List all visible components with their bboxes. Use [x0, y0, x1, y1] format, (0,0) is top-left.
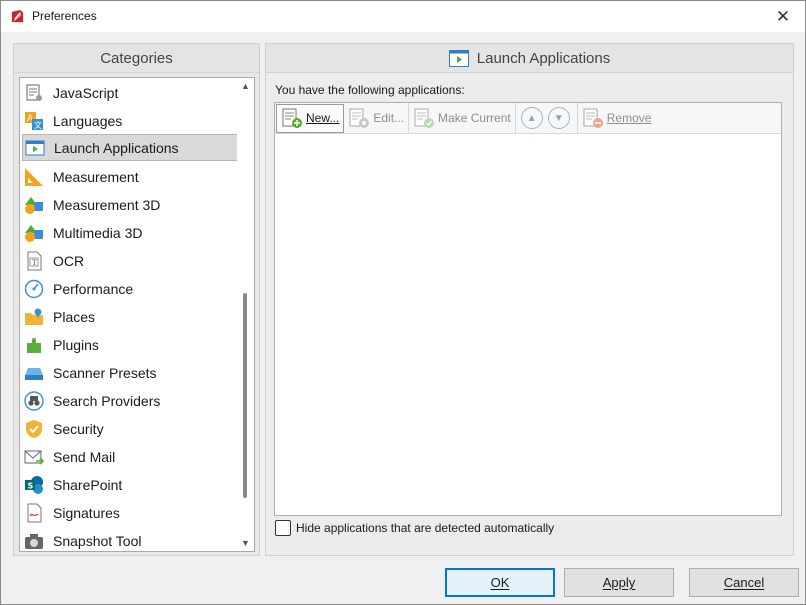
category-launch-applications[interactable]: Launch Applications: [22, 134, 240, 161]
signature-icon: [24, 503, 44, 523]
category-places[interactable]: Places: [22, 303, 240, 330]
script-icon: [24, 83, 44, 103]
make-current-label: Make Current: [438, 111, 511, 125]
ocr-icon: T: [24, 251, 44, 271]
apply-button[interactable]: Apply: [564, 568, 674, 597]
shield-icon: [24, 419, 44, 439]
category-measurement[interactable]: Measurement: [22, 163, 240, 190]
category-snapshot-tool[interactable]: Snapshot Tool: [22, 527, 240, 551]
ok-button[interactable]: OK: [445, 568, 555, 597]
scanner-icon: [24, 363, 44, 383]
chevron-down-icon: ▼: [241, 538, 250, 548]
binoculars-icon: [24, 390, 44, 411]
categories-list[interactable]: JavaScript A文 Languages Launch Applicati…: [19, 77, 255, 552]
category-ocr[interactable]: T OCR: [22, 247, 240, 274]
cancel-button[interactable]: Cancel: [689, 568, 799, 597]
hide-detected-applications-label: Hide applications that are detected auto…: [296, 521, 555, 535]
applications-list[interactable]: New... Edit... Make Current ▲ ▼ Remove: [274, 102, 782, 516]
puzzle-icon: [24, 335, 44, 355]
dialog-footer: OK Apply Cancel: [1, 560, 805, 604]
category-sharepoint[interactable]: S SharePoint: [22, 471, 240, 498]
hide-detected-applications-checkbox[interactable]: [275, 520, 291, 536]
close-window-button[interactable]: ✕: [763, 1, 803, 32]
remove-document-icon: [583, 108, 603, 128]
category-javascript[interactable]: JavaScript: [22, 79, 240, 106]
launch-applications-icon: [25, 138, 45, 158]
make-current-button[interactable]: Make Current: [409, 103, 516, 133]
close-icon: ✕: [775, 6, 791, 26]
scroll-up-button[interactable]: ▲: [237, 78, 254, 94]
category-plugins[interactable]: Plugins: [22, 331, 240, 358]
move-down-button[interactable]: ▼: [547, 107, 570, 129]
applications-toolbar: New... Edit... Make Current ▲ ▼ Remove: [275, 103, 781, 134]
category-security[interactable]: Security: [22, 415, 240, 442]
category-measurement-3d[interactable]: Measurement 3D: [22, 191, 240, 218]
camera-icon: [24, 531, 44, 551]
new-application-button[interactable]: New...: [276, 103, 345, 133]
category-send-mail[interactable]: Send Mail: [22, 443, 240, 470]
scroll-down-button[interactable]: ▼: [237, 535, 254, 551]
sharepoint-icon: S: [24, 475, 44, 495]
multimedia-3d-icon: [24, 223, 44, 243]
edit-application-button[interactable]: Edit...: [344, 103, 410, 133]
category-scanner-presets[interactable]: Scanner Presets: [22, 359, 240, 386]
move-up-button[interactable]: ▲: [520, 107, 543, 129]
launch-applications-icon: [448, 49, 469, 67]
preferences-window: Preferences ✕ Categories JavaScript A文 L…: [0, 0, 806, 605]
chevron-down-icon: ▼: [553, 112, 564, 124]
chevron-up-icon: ▲: [241, 81, 250, 91]
window-title: Preferences: [32, 9, 97, 23]
category-search-providers[interactable]: Search Providers: [22, 387, 240, 414]
shapes-3d-icon: [24, 195, 44, 215]
remove-label: Remove: [606, 111, 652, 125]
launch-applications-panel: Launch Applications You have the followi…: [265, 43, 794, 556]
categories-header: Categories: [14, 44, 259, 73]
category-signatures[interactable]: Signatures: [22, 499, 240, 526]
check-document-icon: [414, 108, 435, 128]
ruler-icon: [24, 167, 44, 187]
svg-text:S: S: [28, 481, 34, 490]
edit-label: Edit...: [373, 111, 405, 125]
folder-pin-icon: [24, 307, 44, 327]
edit-document-icon: [349, 108, 370, 128]
categories-scrollbar[interactable]: ▲ ▼: [237, 78, 254, 551]
applications-description: You have the following applications:: [275, 83, 465, 97]
new-label: New...: [306, 111, 340, 125]
gauge-icon: [24, 279, 44, 299]
scrollbar-thumb[interactable]: [243, 293, 247, 498]
chevron-up-icon: ▲: [526, 112, 537, 124]
category-performance[interactable]: Performance: [22, 275, 240, 302]
hide-detected-applications-option[interactable]: Hide applications that are detected auto…: [275, 520, 554, 536]
move-buttons-group: ▲ ▼: [516, 103, 578, 133]
svg-text:文: 文: [34, 120, 42, 130]
envelope-icon: [24, 447, 44, 467]
categories-panel: Categories JavaScript A文 Languages Launc…: [13, 43, 260, 556]
title-bar: Preferences ✕: [1, 1, 805, 32]
add-document-icon: [282, 108, 302, 128]
panel-title: Launch Applications: [476, 49, 611, 67]
language-icon: A文: [24, 111, 44, 131]
category-languages[interactable]: A文 Languages: [22, 107, 240, 134]
svg-text:T: T: [32, 259, 37, 267]
category-multimedia-3d[interactable]: Multimedia 3D: [22, 219, 240, 246]
app-logo-icon: [11, 9, 24, 23]
launch-applications-header: Launch Applications: [266, 44, 793, 73]
remove-application-button[interactable]: Remove: [578, 103, 656, 133]
